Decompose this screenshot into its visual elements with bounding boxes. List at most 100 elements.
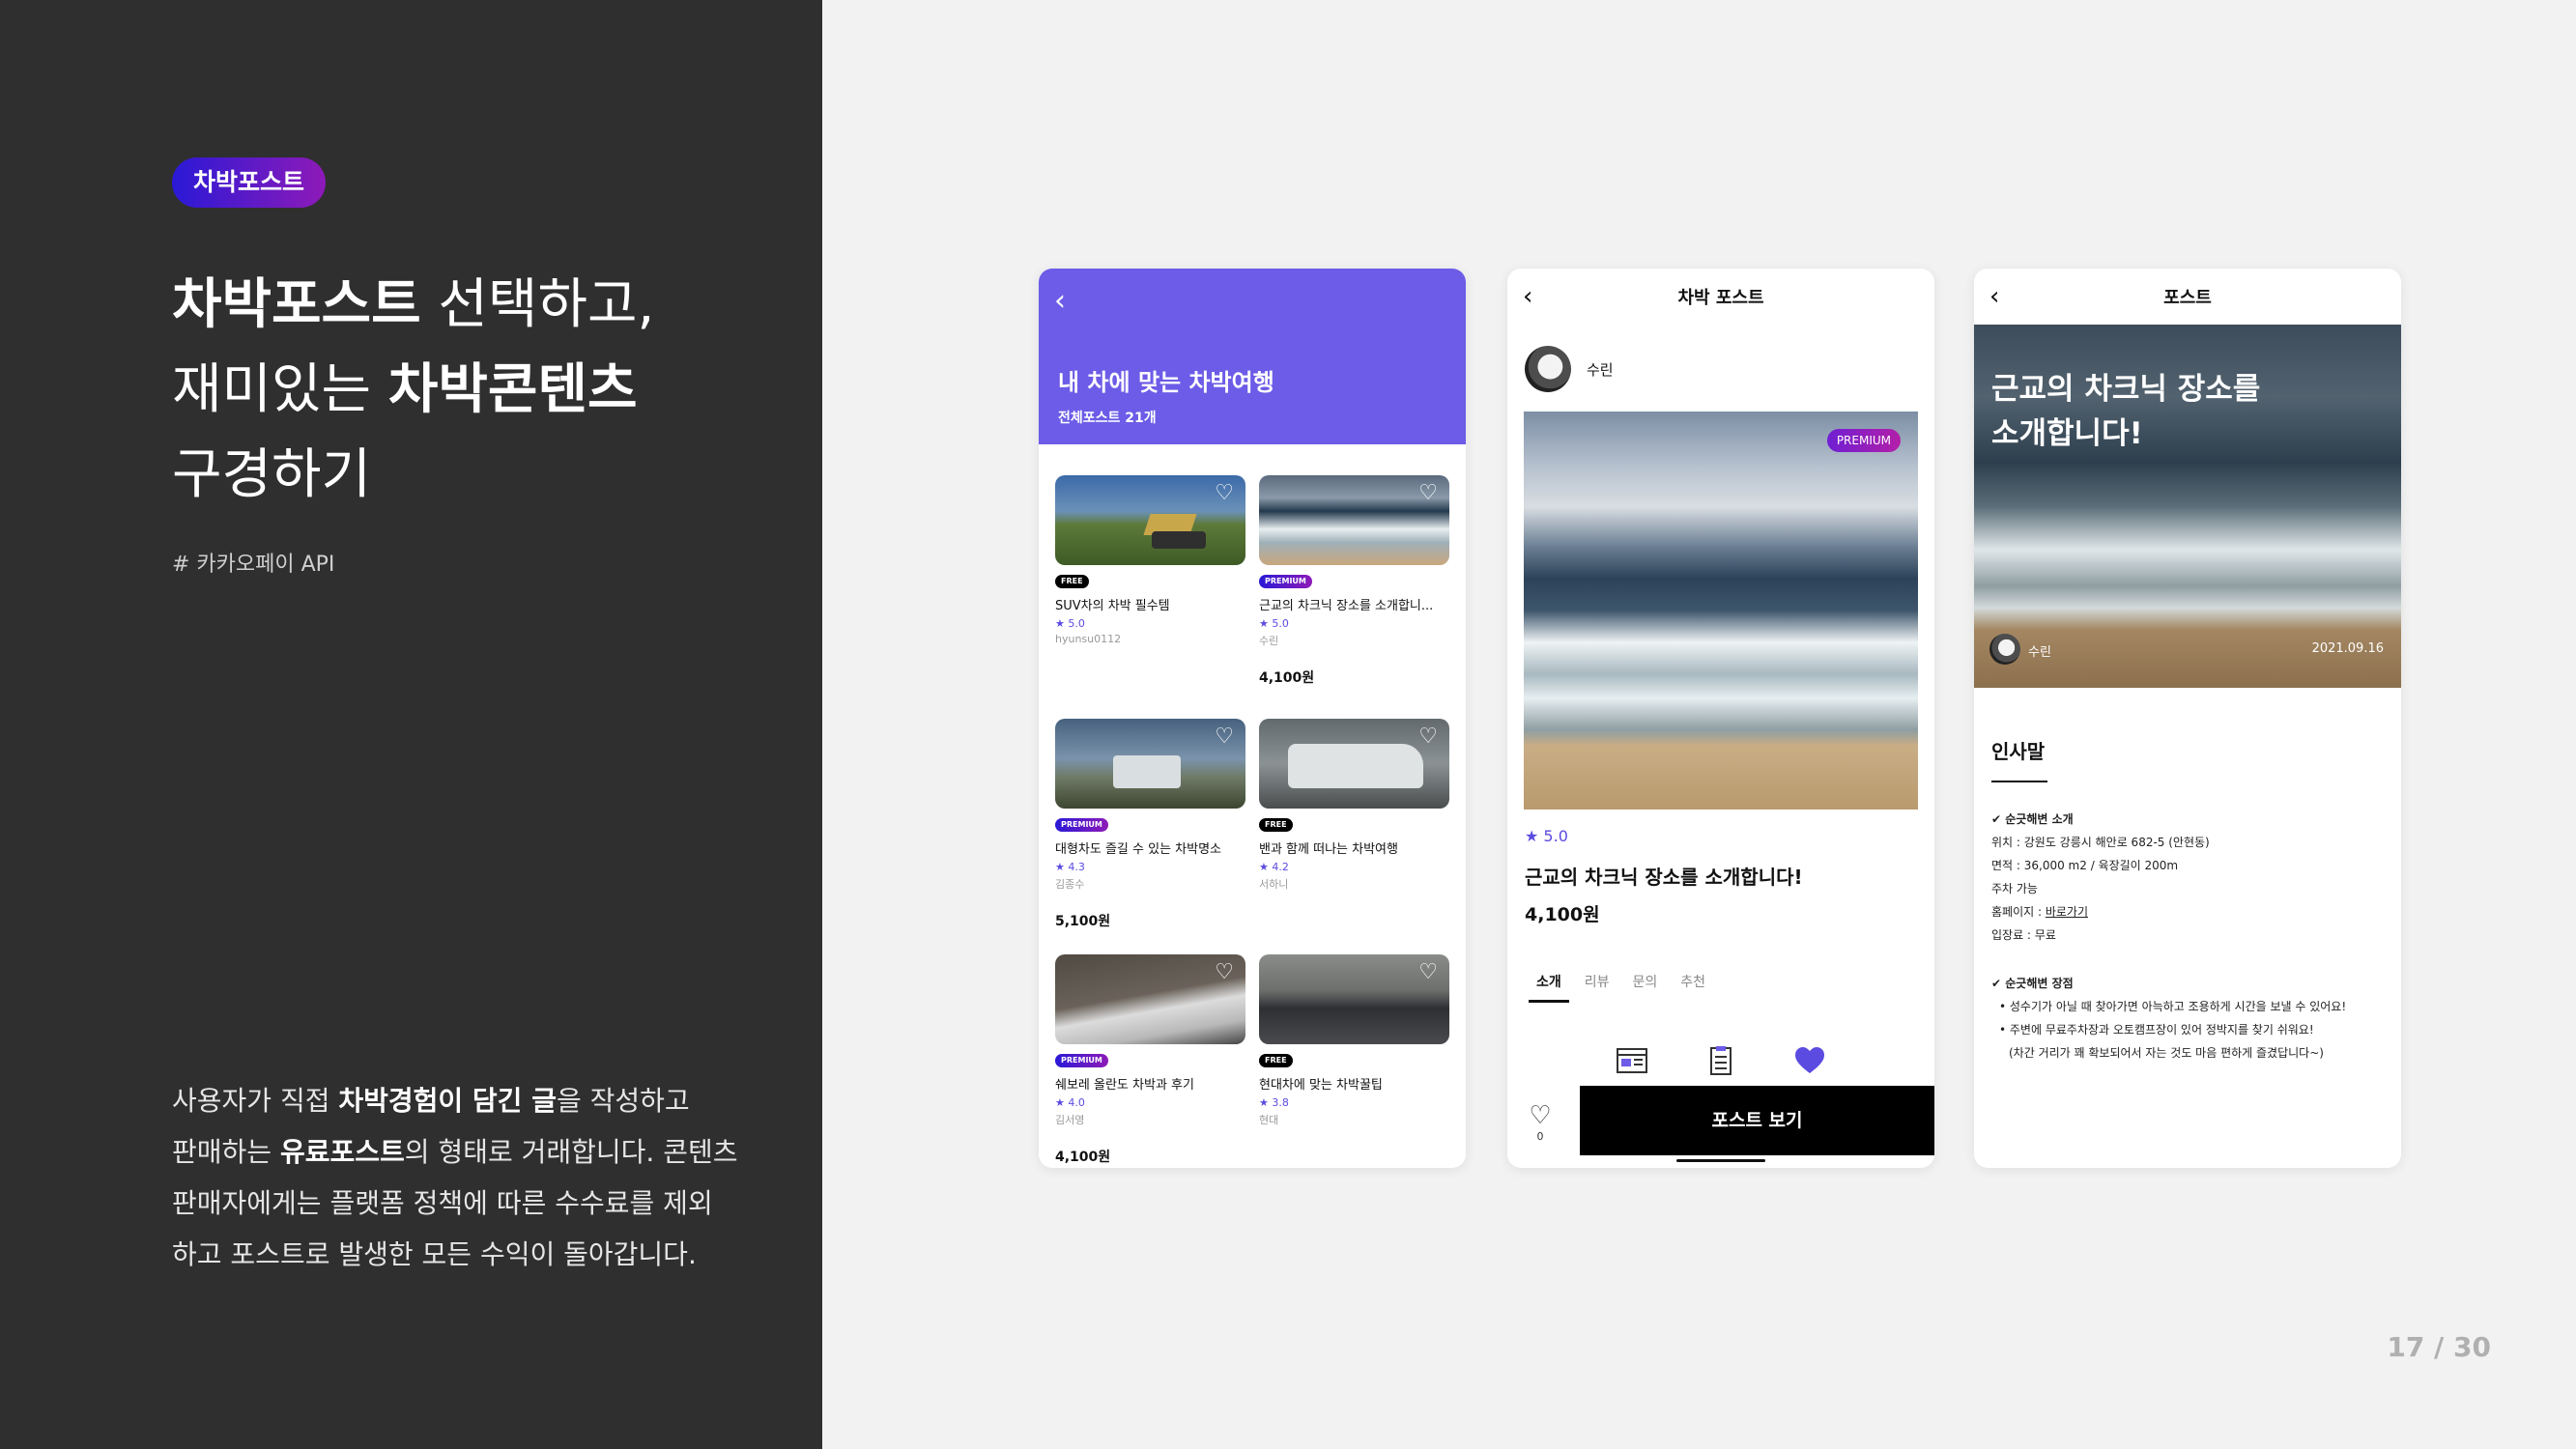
info-heading: ✔ 순긋해변 장점 [1991,977,2074,990]
description: 사용자가 직접 차박경험이 담긴 글을 작성하고 판매하는 유료포스트의 형태로… [172,1075,771,1280]
post-author: 수린 [1259,635,1279,647]
post-date: 2021.09.16 [2311,641,2384,656]
info-line: • 성수기가 아닐 때 찾아가면 아늑하고 조용하게 시간을 보낼 수 있어요! [1999,1000,2347,1013]
heart-icon[interactable]: ♡ [1215,960,1234,984]
post-thumbnail: ♡ [1259,719,1449,809]
post-author: 김서영 [1055,1114,1085,1126]
post-title: 대형차도 즐길 수 있는 차박명소 [1055,842,1222,857]
desc-text: 의 형태로 거래합니다. 콘텐츠 [404,1136,738,1168]
post-card[interactable]: ♡ FREE SUV차의 차박 필수템 ★ 5.0 hyunsu0112 [1055,475,1245,645]
homepage-link[interactable]: 바로가기 [2046,905,2088,919]
post-card[interactable]: ♡ PREMIUM 대형차도 즐길 수 있는 차박명소 ★ 4.3 김종수 5,… [1055,719,1245,930]
post-author: 현대 [1259,1114,1279,1126]
post-thumbnail: ♡ [1055,719,1245,809]
tag-badge: FREE [1259,1054,1293,1067]
list-count: 전체포스트 21개 [1058,411,1157,426]
tab-recommend[interactable]: 추천 [1680,972,1705,991]
post-rating: ★ 3.8 [1259,1096,1289,1109]
tag-badge: PREMIUM [1055,818,1108,832]
screen-title: 차박 포스트 [1677,288,1764,308]
post-author: 김종수 [1055,878,1085,891]
post-title: SUV차의 차박 필수템 [1055,599,1170,613]
phone-screen-list: ‹ 내 차에 맞는 차박여행 전체포스트 21개 ♡ FREE SUV차의 차박… [1039,269,1466,1168]
headline-line-3: 구경하기 [172,443,372,506]
desc-line: 판매자에게는 플랫폼 정책에 따른 수수료를 제외 [172,1187,713,1219]
api-tag: # 카카오페이 API [172,553,335,577]
info-line: (차간 거리가 꽤 확보되어서 자는 것도 마음 편하게 즐겼답니다~) [2009,1046,2324,1060]
post-rating: ★ 5.0 [1055,617,1085,630]
view-post-button[interactable]: 포스트 보기 [1580,1086,1934,1155]
icon-row [1616,1045,1826,1076]
post-card[interactable]: ♡ FREE 밴과 함께 떠나는 차박여행 ★ 4.2 서하니 [1259,719,1449,892]
heart-icon[interactable]: ♡ [1418,481,1438,505]
post-card[interactable]: ♡ PREMIUM 쉐보레 올란도 차박과 후기 ★ 4.0 김서영 4,100… [1055,954,1245,1166]
list-header: ‹ 내 차에 맞는 차박여행 전체포스트 21개 [1039,269,1466,444]
page-number: 17 / 30 [2387,1331,2491,1363]
tag-badge: FREE [1259,818,1293,832]
heart-icon[interactable]: ♡ [1215,481,1234,505]
clipboard-icon[interactable] [1704,1045,1737,1076]
home-indicator [1676,1159,1765,1162]
section-badge: 차박포스트 [172,157,327,208]
info-line: 주차 가능 [1991,882,2038,895]
post-title: 현대차에 맞는 차박꿀팁 [1259,1078,1383,1093]
post-rating: ★ 4.0 [1055,1096,1085,1109]
post-thumbnail: ♡ [1055,475,1245,565]
headline-bold-2: 차박콘텐츠 [387,358,638,421]
info-line: • 주변에 무료주차장과 오토캠프장이 있어 정박지를 찾기 쉬워요! [1999,1023,2314,1037]
tag-badge: PREMIUM [1055,1054,1108,1067]
heart-icon[interactable]: ♡ [1418,960,1438,984]
phone-screen-post: ‹ 포스트 근교의 차크닉 장소를 소개합니다! 수린 2021.09.16 인… [1974,269,2401,1168]
desc-text: 을 작성하고 [556,1085,690,1117]
post-author: 서하니 [1259,878,1289,891]
heart-icon[interactable]: ♡ [1418,724,1438,749]
screen-title: 포스트 [2163,288,2212,308]
phone-screen-detail: ‹ 차박 포스트 수린 PREMIUM ★ 5.0 근교의 차크닉 장소를 소개… [1507,269,1934,1168]
post-price: 4,100원 [1055,1150,1111,1165]
heart-icon[interactable]: ♡ [1215,724,1234,749]
post-card[interactable]: ♡ PREMIUM 근교의 차크닉 장소를 소개합니... ★ 5.0 수린 4… [1259,475,1449,687]
tag-badge: FREE [1055,575,1089,588]
headline-bold-1: 차박포스트 [172,273,421,336]
left-panel: 차박포스트 차박포스트 선택하고, 재미있는 차박콘텐츠 구경하기 # 카카오페… [0,0,822,1449]
browser-icon[interactable] [1616,1045,1648,1076]
heart-filled-icon[interactable] [1793,1045,1826,1076]
post-thumbnail: ♡ [1055,954,1245,1044]
homepage-label: 홈페이지 : [1991,905,2046,919]
desc-bold: 유료포스트 [279,1136,405,1168]
post-thumbnail: ♡ [1259,954,1449,1044]
tab-review[interactable]: 리뷰 [1585,972,1610,991]
back-icon[interactable]: ‹ [1054,284,1066,318]
post-price: 5,100원 [1055,914,1111,929]
tag-badge: PREMIUM [1259,575,1312,588]
headline-line-1: 차박포스트 선택하고, [172,263,654,348]
divider [1991,781,2047,782]
info-heading: ✔ 순긋해변 소개 [1991,812,2074,826]
headline-line-2: 재미있는 차박콘텐츠 [172,348,654,433]
headline-text-2: 재미있는 [172,358,388,421]
like-count: 0 [1536,1130,1544,1143]
hero-title-line: 소개합니다! [1991,416,2143,451]
info-section-merits: ✔ 순긋해변 장점 • 성수기가 아닐 때 찾아가면 아늑하고 조용하게 시간을… [1991,972,2346,1065]
detail-tabs: 소개 리뷰 문의 추천 [1529,972,1705,1003]
tab-inquiry[interactable]: 문의 [1633,972,1658,991]
post-thumbnail: ♡ [1259,475,1449,565]
hero-title: 근교의 차크닉 장소를 소개합니다! [1991,367,2260,456]
info-line: 입장료 : 무료 [1991,928,2056,942]
avatar[interactable] [1525,346,1571,392]
desc-line: 하고 포스트로 발생한 모든 수익이 돌아갑니다. [172,1238,697,1270]
desc-text: 판매하는 [172,1136,280,1168]
hero-title-line: 근교의 차크닉 장소를 [1991,372,2261,407]
info-line: 위치 : 강원도 강릉시 해안로 682-5 (안현동) [1991,836,2210,849]
avatar[interactable] [1989,634,2020,665]
post-card[interactable]: ♡ FREE 현대차에 맞는 차박꿀팁 ★ 3.8 현대 [1259,954,1449,1127]
desc-text: 사용자가 직접 [172,1085,339,1117]
info-line: 면적 : 36,000 m2 / 육장길이 200m [1991,859,2179,872]
author-name[interactable]: 수린 [1587,359,1614,380]
author-name[interactable]: 수린 [2028,641,2051,660]
info-line: 홈페이지 : 바로가기 [1991,900,2210,923]
list-title: 내 차에 맞는 차박여행 [1058,369,1274,396]
post-price: 4,100원 [1259,670,1315,686]
like-button[interactable]: ♡ 0 [1521,1101,1560,1143]
tab-intro[interactable]: 소개 [1529,972,1569,1003]
